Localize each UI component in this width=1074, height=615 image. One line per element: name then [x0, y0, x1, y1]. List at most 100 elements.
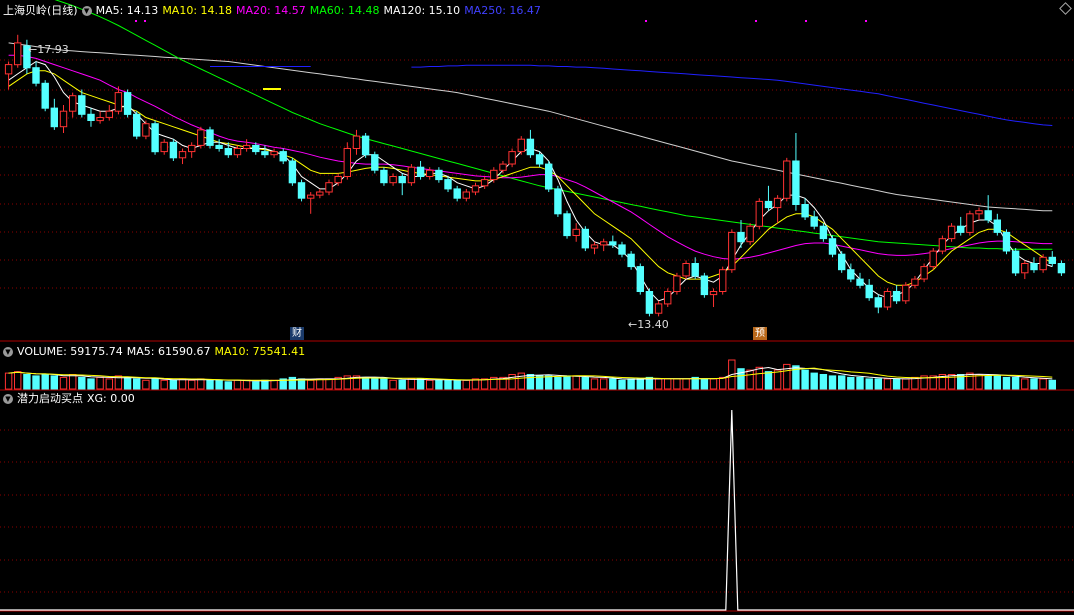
- candle-body: [746, 225, 754, 243]
- candle-body: [133, 113, 141, 137]
- volume-value: VOLUME: 59175.74: [17, 345, 123, 358]
- candle-body: [664, 291, 672, 305]
- candle-body: [847, 269, 855, 280]
- candle-body: [361, 135, 370, 156]
- ma20-label: MA20: 14.57: [236, 4, 306, 17]
- candle-body: [32, 67, 40, 84]
- candle-body: [892, 291, 901, 302]
- volume-bar: [838, 375, 846, 390]
- candle-body: [947, 225, 956, 240]
- candle-body: [1039, 256, 1047, 271]
- candle-body: [1048, 256, 1056, 264]
- low-price-label: ←13.40: [628, 318, 669, 331]
- volume-bar: [480, 378, 489, 390]
- volume-bar: [270, 379, 278, 390]
- stock-title[interactable]: 上海贝岭(日线): [3, 4, 78, 17]
- candle-body: [151, 123, 159, 153]
- volume-bar: [673, 378, 681, 390]
- candle-body: [123, 92, 132, 115]
- volume-bar: [682, 378, 690, 390]
- volume-bar: [1021, 378, 1029, 390]
- candle-body: [691, 263, 699, 277]
- candle-body: [984, 210, 992, 221]
- volume-bar: [142, 379, 150, 390]
- volume-bars[interactable]: [4, 359, 1056, 390]
- candle-body: [398, 176, 406, 184]
- volume-bar: [1002, 376, 1011, 390]
- volume-bar: [41, 374, 49, 390]
- candle-body: [69, 95, 77, 112]
- volume-bar: [664, 378, 672, 390]
- volume-bar: [737, 368, 745, 390]
- candle-body: [783, 160, 791, 199]
- ma250-label: MA250: 16.47: [464, 4, 541, 17]
- candle-body: [41, 82, 49, 109]
- volume-bar: [261, 379, 269, 390]
- chevron-down-icon[interactable]: ▼: [3, 347, 13, 357]
- volume-bar: [87, 378, 95, 390]
- candle-body: [325, 182, 333, 193]
- candle-body: [819, 225, 828, 240]
- candle-body: [453, 188, 461, 199]
- volume-bar: [819, 374, 828, 390]
- volume-bar: [206, 379, 214, 390]
- volume-bar: [59, 376, 68, 390]
- candle-body: [600, 241, 608, 246]
- volume-bar: [618, 379, 626, 390]
- signal-xg: XG: 0.00: [87, 392, 135, 405]
- candle-body: [371, 154, 379, 171]
- volume-bar: [719, 376, 727, 390]
- candle-body: [490, 169, 498, 181]
- candle-body: [197, 129, 205, 146]
- candle-body: [307, 194, 315, 199]
- volume-bar: [151, 378, 159, 390]
- volume-bar: [856, 376, 864, 390]
- candle-body: [105, 110, 113, 118]
- candle-body: [1021, 263, 1029, 274]
- candle-body: [297, 182, 306, 199]
- candle-body: [920, 266, 928, 280]
- candle-body: [87, 113, 95, 122]
- ma120-line: [8, 42, 1053, 212]
- signal-dot: [865, 20, 867, 22]
- ma5-label: MA5: 14.13: [95, 4, 159, 17]
- volume-bar: [609, 378, 617, 390]
- candle-body: [773, 197, 782, 209]
- finance-report-marker[interactable]: 财: [290, 327, 304, 340]
- chevron-down-icon[interactable]: ▼: [81, 6, 92, 16]
- volume-bar: [14, 371, 22, 390]
- candle-body: [316, 191, 324, 196]
- candle-body: [975, 210, 983, 215]
- high-price-label: ←17.93: [28, 43, 69, 56]
- volume-bar: [810, 372, 818, 390]
- volume-bar: [50, 375, 58, 390]
- candle-body: [526, 138, 535, 156]
- stock-chart-canvas[interactable]: [0, 0, 1074, 615]
- volume-bar: [371, 378, 379, 390]
- volume-bar: [828, 375, 837, 390]
- candle-body: [270, 151, 278, 156]
- candle-body: [535, 154, 544, 165]
- volume-bar: [23, 374, 31, 390]
- volume-bar: [517, 372, 525, 390]
- volume-bar: [4, 372, 13, 390]
- volume-bar: [902, 378, 910, 390]
- candle-body: [169, 141, 178, 159]
- candle-body: [590, 244, 599, 249]
- volume-bar: [123, 376, 132, 390]
- ma60-label: MA60: 14.48: [309, 4, 380, 17]
- candle-body: [737, 231, 745, 243]
- chevron-down-icon[interactable]: ▼: [3, 394, 13, 404]
- volume-bar: [78, 376, 86, 390]
- volume-bar: [407, 378, 416, 390]
- candle-body: [352, 135, 361, 150]
- candle-body: [59, 110, 68, 128]
- volume-bar: [947, 374, 956, 390]
- candle-body: [682, 263, 690, 277]
- volume-bar: [325, 378, 333, 390]
- volume-bar: [874, 378, 882, 390]
- volume-bar: [535, 375, 544, 390]
- forecast-marker[interactable]: 预: [753, 327, 767, 340]
- candle-body: [416, 166, 425, 177]
- volume-bar: [188, 379, 196, 390]
